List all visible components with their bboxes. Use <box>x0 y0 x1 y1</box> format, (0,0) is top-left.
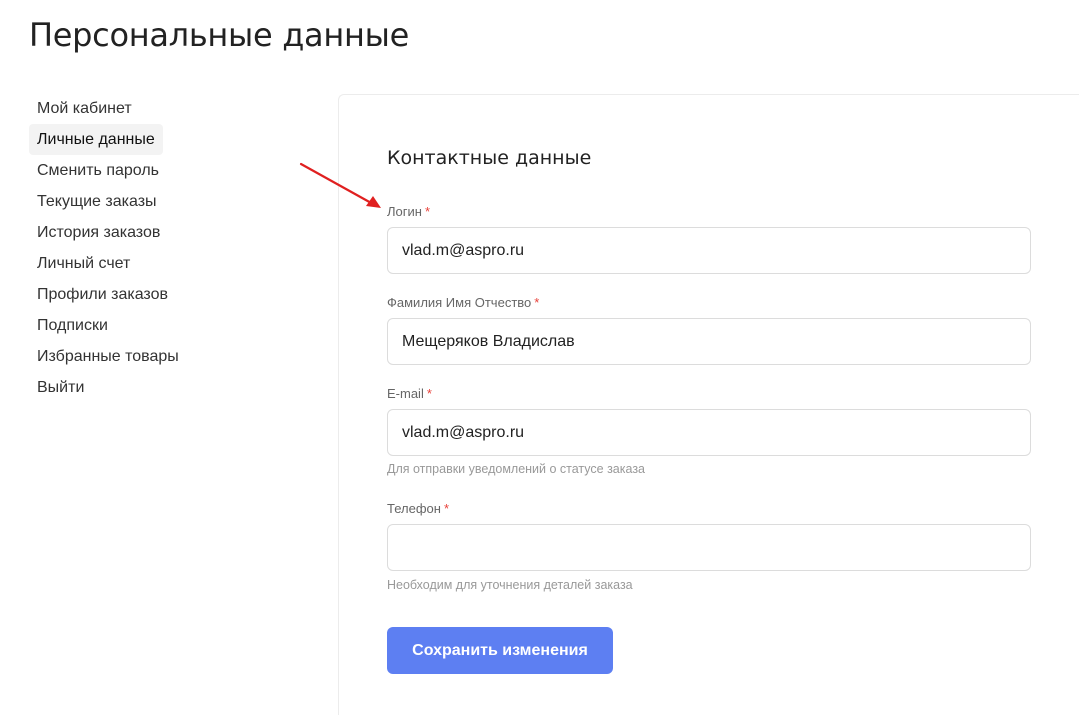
required-mark: * <box>534 295 540 310</box>
login-label-text: Логин <box>387 204 422 219</box>
sidebar-item-current-orders[interactable]: Текущие заказы <box>29 186 309 217</box>
sidebar-item-personal-data[interactable]: Личные данные <box>29 124 163 155</box>
login-input[interactable] <box>387 227 1031 274</box>
page-title: Персональные данные <box>29 16 409 54</box>
email-input[interactable] <box>387 409 1031 456</box>
required-mark: * <box>426 386 432 401</box>
phone-hint: Необходим для уточнения деталей заказа <box>387 578 633 592</box>
required-mark: * <box>443 501 449 516</box>
sidebar-item-change-password[interactable]: Сменить пароль <box>29 155 309 186</box>
login-label: Логин * <box>387 204 430 219</box>
sidebar-item-order-history[interactable]: История заказов <box>29 217 309 248</box>
sidebar: Мой кабинет Личные данные Сменить пароль… <box>29 93 309 403</box>
sidebar-item-my-cabinet[interactable]: Мой кабинет <box>29 93 309 124</box>
phone-label-text: Телефон <box>387 501 441 516</box>
fullname-label-text: Фамилия Имя Отчество <box>387 295 532 310</box>
email-label: E-mail * <box>387 386 432 401</box>
save-button[interactable]: Сохранить изменения <box>387 627 613 674</box>
section-title: Контактные данные <box>387 147 592 169</box>
phone-label: Телефон * <box>387 501 449 516</box>
required-mark: * <box>424 204 431 219</box>
phone-input[interactable] <box>387 524 1031 571</box>
email-hint: Для отправки уведомлений о статусе заказ… <box>387 462 646 476</box>
sidebar-item-logout[interactable]: Выйти <box>29 372 309 403</box>
page: Персональные данные Мой кабинет Личные д… <box>0 0 1079 715</box>
sidebar-item-subscriptions[interactable]: Подписки <box>29 310 309 341</box>
sidebar-item-favorites[interactable]: Избранные товары <box>29 341 309 372</box>
fullname-input[interactable] <box>387 318 1031 365</box>
email-label-text: E-mail <box>387 386 424 401</box>
red-arrow-icon <box>299 162 381 208</box>
form-panel <box>338 94 1079 715</box>
fullname-label: Фамилия Имя Отчество * <box>387 295 539 310</box>
sidebar-item-order-profiles[interactable]: Профили заказов <box>29 279 309 310</box>
sidebar-item-personal-account[interactable]: Личный счет <box>29 248 309 279</box>
